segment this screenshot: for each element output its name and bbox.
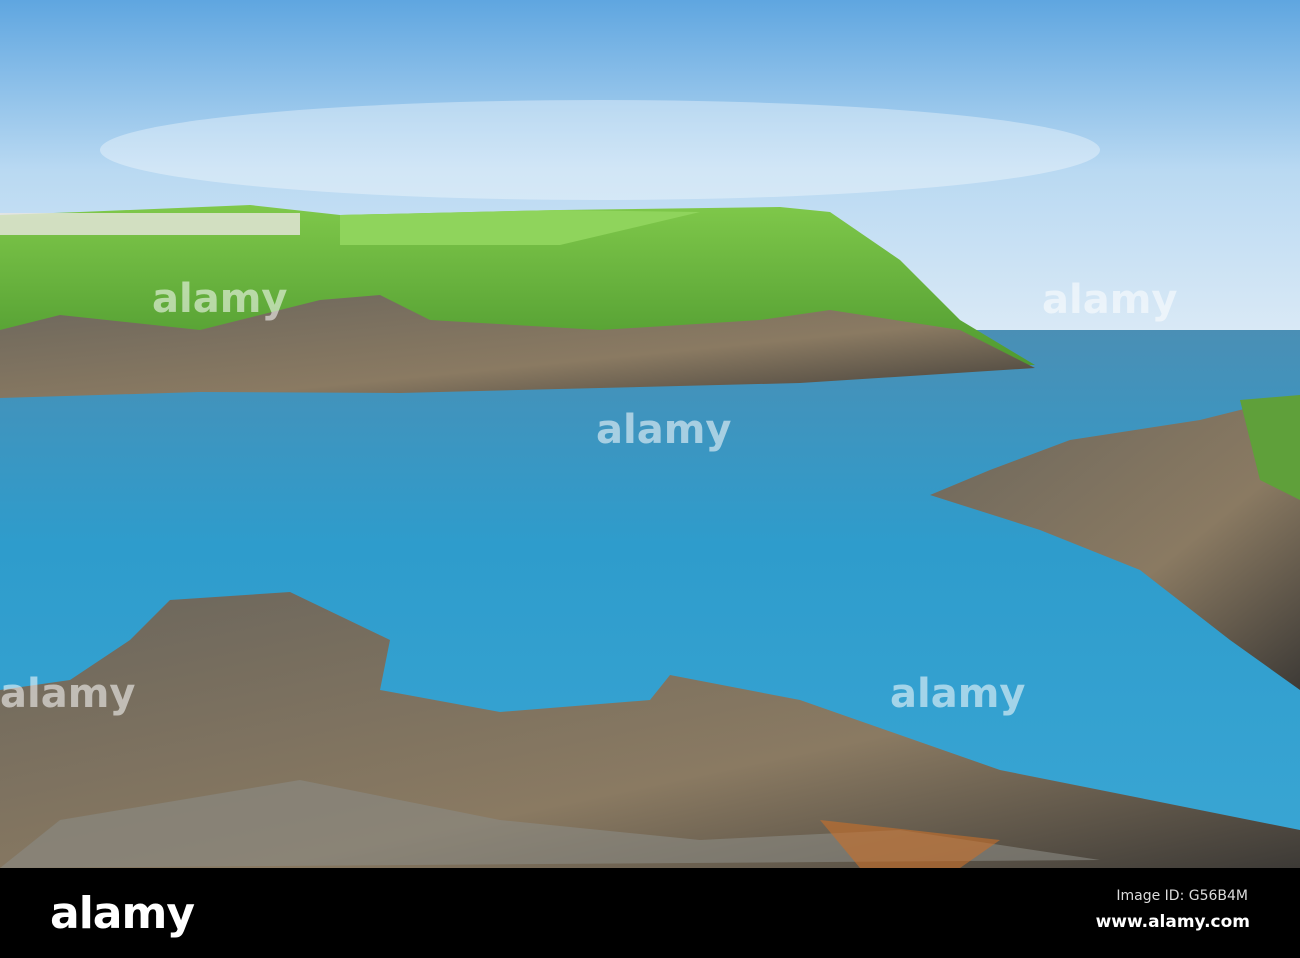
svg-text:alamy: alamy xyxy=(1042,277,1177,323)
watermark-bar: alamy Image ID: G56B4M www.alamy.com xyxy=(0,868,1300,958)
image-id: Image ID: G56B4M xyxy=(1116,888,1248,904)
svg-text:alamy: alamy xyxy=(152,276,287,322)
coastal-landscape-photo: alamy alamy alamy alamy alamy xyxy=(0,0,1300,868)
svg-text:alamy: alamy xyxy=(890,671,1025,717)
svg-text:alamy: alamy xyxy=(0,671,135,717)
svg-text:alamy: alamy xyxy=(596,407,731,453)
caravans xyxy=(0,213,300,235)
website-url: www.alamy.com xyxy=(1095,912,1250,932)
alamy-logo: alamy xyxy=(50,888,195,939)
